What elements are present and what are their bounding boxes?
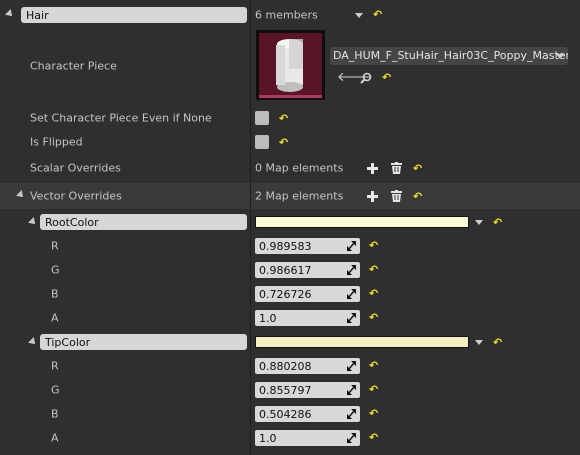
- scalar-trash-icon[interactable]: [391, 162, 402, 174]
- tip-color-a-reset-icon[interactable]: ↶: [369, 432, 378, 443]
- asset-name: DA_HUM_F_StuHair_Hair03C_Poppy_Master: [333, 49, 568, 62]
- scalar-overrides-row: Scalar Overrides 0 Map elements ↶: [0, 157, 580, 179]
- value-text: 0.726726: [259, 288, 312, 301]
- scalar-overrides-count: 0 Map elements: [255, 161, 344, 175]
- vector-overrides-row: Vector Overrides 2 Map elements ↶: [0, 183, 580, 209]
- column-divider[interactable]: [250, 0, 251, 455]
- asset-type-color-bar: [259, 95, 322, 98]
- value-text: 0.855797: [259, 384, 312, 397]
- asset-thumbnail[interactable]: [256, 30, 325, 100]
- root-color-expand-arrow-icon[interactable]: [28, 217, 38, 227]
- channel-label: B: [51, 287, 59, 301]
- hair-name-box: Hair: [21, 7, 247, 23]
- root-color-reset-icon[interactable]: ↶: [493, 217, 502, 228]
- character-piece-reset-icon[interactable]: ↶: [382, 72, 391, 83]
- value-text: 0.880208: [259, 360, 312, 373]
- channel-label: A: [51, 431, 59, 445]
- root-color-r-input[interactable]: 0.989583: [255, 238, 360, 254]
- tip-color-expand-arrow-icon[interactable]: [28, 337, 38, 347]
- vector-add-plus-icon[interactable]: [367, 191, 378, 202]
- tip-color-r-reset-icon[interactable]: ↶: [369, 360, 378, 371]
- vector-reset-icon[interactable]: ↶: [413, 191, 422, 202]
- value-text: 0.989583: [259, 240, 312, 253]
- root-color-dropdown-arrow-icon[interactable]: [475, 220, 483, 225]
- tip-color-key-box[interactable]: TipColor: [40, 334, 247, 350]
- vector-overrides-label: Vector Overrides: [30, 189, 122, 203]
- value-text: 1.0: [259, 432, 277, 445]
- is-flipped-reset-icon[interactable]: ↶: [279, 137, 288, 148]
- set-if-none-reset-icon[interactable]: ↶: [279, 113, 288, 124]
- set-if-none-checkbox[interactable]: [255, 111, 269, 125]
- collapse-arrow-icon[interactable]: [5, 9, 15, 19]
- drag-arrows-icon[interactable]: [347, 289, 356, 299]
- is-flipped-label: Is Flipped: [30, 135, 83, 149]
- scalar-add-plus-icon[interactable]: [367, 163, 378, 174]
- hair-reset-icon[interactable]: ↶: [373, 9, 382, 20]
- tip-color-g-reset-icon[interactable]: ↶: [369, 384, 378, 395]
- set-if-none-label: Set Character Piece Even if None: [30, 111, 212, 125]
- vector-expand-arrow-icon[interactable]: [16, 190, 26, 200]
- root-color-a-reset-icon[interactable]: ↶: [369, 312, 378, 323]
- root-color-b-reset-icon[interactable]: ↶: [369, 288, 378, 299]
- drag-arrows-icon[interactable]: [347, 313, 356, 323]
- tip-color-b-reset-icon[interactable]: ↶: [369, 408, 378, 419]
- root-color-g-input[interactable]: 0.986617: [255, 262, 360, 278]
- channel-label: B: [51, 407, 59, 421]
- hair-header-row: Hair 6 members ↶: [0, 4, 580, 26]
- magnifier-icon[interactable]: [360, 72, 372, 84]
- details-panel: Hair 6 members ↶ Character Piece DA_HUM_…: [0, 0, 580, 455]
- hair-dropdown-arrow-icon[interactable]: [355, 13, 363, 18]
- root-color-swatch[interactable]: [255, 216, 469, 228]
- root-color-b-input[interactable]: 0.726726: [255, 286, 360, 302]
- asset-dropdown-arrow-icon: [556, 54, 564, 59]
- scalar-overrides-label: Scalar Overrides: [30, 161, 121, 175]
- vector-overrides-count: 2 Map elements: [255, 189, 344, 203]
- tip-color-r-input[interactable]: 0.880208: [255, 358, 360, 374]
- channel-label: G: [51, 263, 60, 277]
- channel-label: G: [51, 383, 60, 397]
- channel-label: A: [51, 311, 59, 325]
- hair-members-label: 6 members: [255, 8, 318, 22]
- value-text: 0.986617: [259, 264, 312, 277]
- value-text: 0.504286: [259, 408, 312, 421]
- root-color-r-reset-icon[interactable]: ↶: [369, 240, 378, 251]
- is-flipped-row: Is Flipped: [0, 132, 580, 152]
- tip-color-b-input[interactable]: 0.504286: [255, 406, 360, 422]
- asset-picker-combo[interactable]: DA_HUM_F_StuHair_Hair03C_Poppy_Master: [330, 47, 568, 65]
- drag-arrows-icon[interactable]: [347, 265, 356, 275]
- tip-color-a-input[interactable]: 1.0: [255, 430, 360, 446]
- hair-piece-icon: [276, 39, 303, 92]
- tip-color-g-input[interactable]: 0.855797: [255, 382, 360, 398]
- value-text: 1.0: [259, 312, 277, 325]
- channel-label: R: [51, 359, 59, 373]
- root-color-a-input[interactable]: 1.0: [255, 310, 360, 326]
- tip-color-swatch[interactable]: [255, 336, 469, 348]
- channel-label: R: [51, 239, 59, 253]
- is-flipped-checkbox[interactable]: [255, 135, 269, 149]
- asset-preview-image: [259, 33, 322, 96]
- drag-arrows-icon[interactable]: [347, 433, 356, 443]
- vector-trash-icon[interactable]: [391, 190, 402, 202]
- root-color-g-reset-icon[interactable]: ↶: [369, 264, 378, 275]
- drag-arrows-icon[interactable]: [347, 361, 356, 371]
- tip-color-row: TipColor ↶: [0, 331, 580, 353]
- character-piece-label: Character Piece: [30, 59, 117, 73]
- root-color-row: RootColor ↶: [0, 211, 580, 233]
- drag-arrows-icon[interactable]: [347, 241, 356, 251]
- set-if-none-row: Set Character Piece Even if None: [0, 108, 580, 128]
- tip-color-dropdown-arrow-icon[interactable]: [475, 340, 483, 345]
- tip-color-reset-icon[interactable]: ↶: [493, 337, 502, 348]
- scalar-reset-icon[interactable]: ↶: [413, 163, 422, 174]
- drag-arrows-icon[interactable]: [347, 385, 356, 395]
- drag-arrows-icon[interactable]: [347, 409, 356, 419]
- root-color-key-box[interactable]: RootColor: [40, 214, 247, 230]
